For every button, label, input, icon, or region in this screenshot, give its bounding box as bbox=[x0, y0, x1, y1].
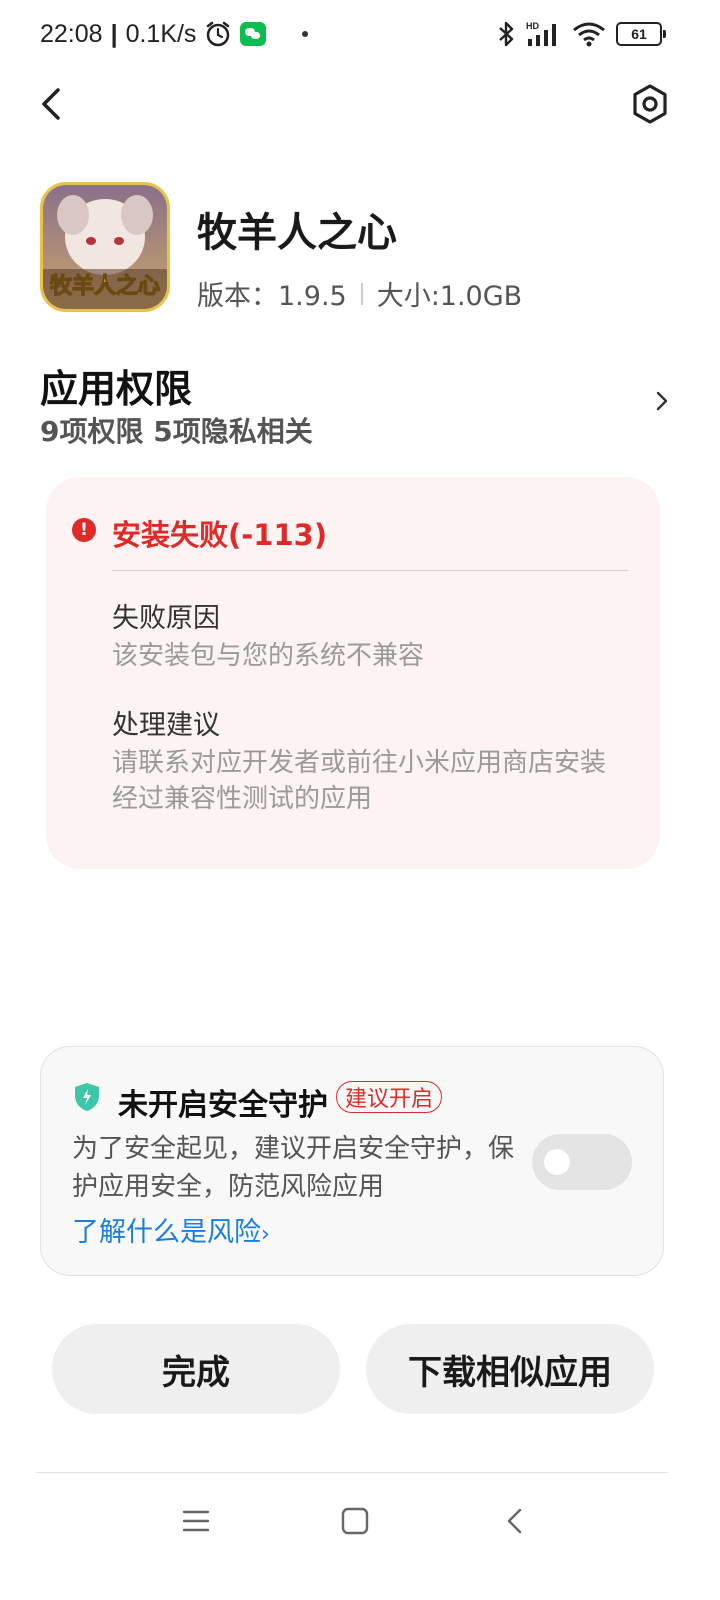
failure-reason-label: 失败原因 bbox=[112, 603, 220, 634]
error-title: 安装失败(-113) bbox=[112, 518, 328, 552]
wifi-icon bbox=[573, 22, 605, 47]
wechat-icon bbox=[240, 22, 267, 46]
app-name: 牧羊人之心 bbox=[197, 210, 397, 256]
advice-label: 处理建议 bbox=[112, 710, 220, 741]
learn-risk-link-text[interactable]: 了解什么是风险 bbox=[72, 1217, 261, 1248]
app-icon-artwork: 牧羊人之心 bbox=[43, 185, 167, 309]
status-bar-left: 22:08 | 0.1K/s bbox=[40, 16, 309, 52]
app-meta: 版本：1.9.5 大小:1.0GB bbox=[197, 274, 522, 313]
back-button[interactable] bbox=[34, 82, 74, 126]
security-guard-toggle[interactable] bbox=[532, 1134, 632, 1190]
nav-back-icon[interactable] bbox=[502, 1506, 528, 1536]
error-divider bbox=[112, 570, 628, 571]
app-icon-logo-text: 牧羊人之心 bbox=[50, 273, 160, 299]
alarm-icon bbox=[207, 21, 230, 47]
recent-apps-icon[interactable] bbox=[180, 1506, 212, 1536]
meta-divider bbox=[360, 282, 363, 305]
permissions-subtitle[interactable]: 9项权限 5项隐私相关 bbox=[40, 410, 313, 450]
failure-reason-text: 该安装包与您的系统不兼容 bbox=[112, 641, 425, 671]
battery-level: 61 bbox=[631, 26, 647, 42]
shield-icon bbox=[75, 1083, 99, 1111]
status-network-speed: 0.1K/s bbox=[125, 19, 197, 48]
notification-dot-icon bbox=[302, 31, 309, 37]
permissions-title[interactable]: 应用权限 bbox=[40, 358, 192, 413]
signal-hd-label: HD bbox=[526, 21, 539, 31]
app-version: 版本：1.9.5 bbox=[197, 281, 347, 312]
chevron-right-icon[interactable] bbox=[652, 388, 672, 414]
bluetooth-icon bbox=[499, 21, 514, 47]
learn-risk-link[interactable]: 了解什么是风险› bbox=[72, 1210, 270, 1249]
home-icon[interactable] bbox=[340, 1506, 370, 1536]
security-guard-title: 未开启安全守护 bbox=[118, 1088, 328, 1123]
error-icon: ! bbox=[72, 518, 96, 542]
link-chevron-icon: › bbox=[261, 1222, 270, 1247]
status-bar-right: HD 61 bbox=[496, 14, 666, 54]
signal-icon: HD bbox=[526, 21, 556, 46]
nav-divider bbox=[36, 1472, 668, 1473]
battery-icon: 61 bbox=[616, 22, 666, 46]
settings-gear-icon[interactable] bbox=[628, 82, 672, 126]
recommend-badge: 建议开启 bbox=[336, 1081, 443, 1113]
status-separator: | bbox=[110, 19, 118, 48]
app-size: 大小:1.0GB bbox=[376, 281, 523, 312]
security-guard-description: 为了安全起见，建议开启安全守护，保护应用安全，防范风险应用 bbox=[72, 1134, 515, 1202]
app-icon: 牧羊人之心 bbox=[40, 182, 170, 312]
advice-text: 请联系对应开发者或前往小米应用商店安装经过兼容性测试的应用 bbox=[112, 748, 607, 814]
done-button[interactable]: 完成 bbox=[52, 1324, 340, 1414]
download-similar-apps-button[interactable]: 下载相似应用 bbox=[366, 1324, 654, 1414]
status-time: 22:08 bbox=[40, 19, 103, 48]
toggle-knob bbox=[544, 1149, 570, 1175]
